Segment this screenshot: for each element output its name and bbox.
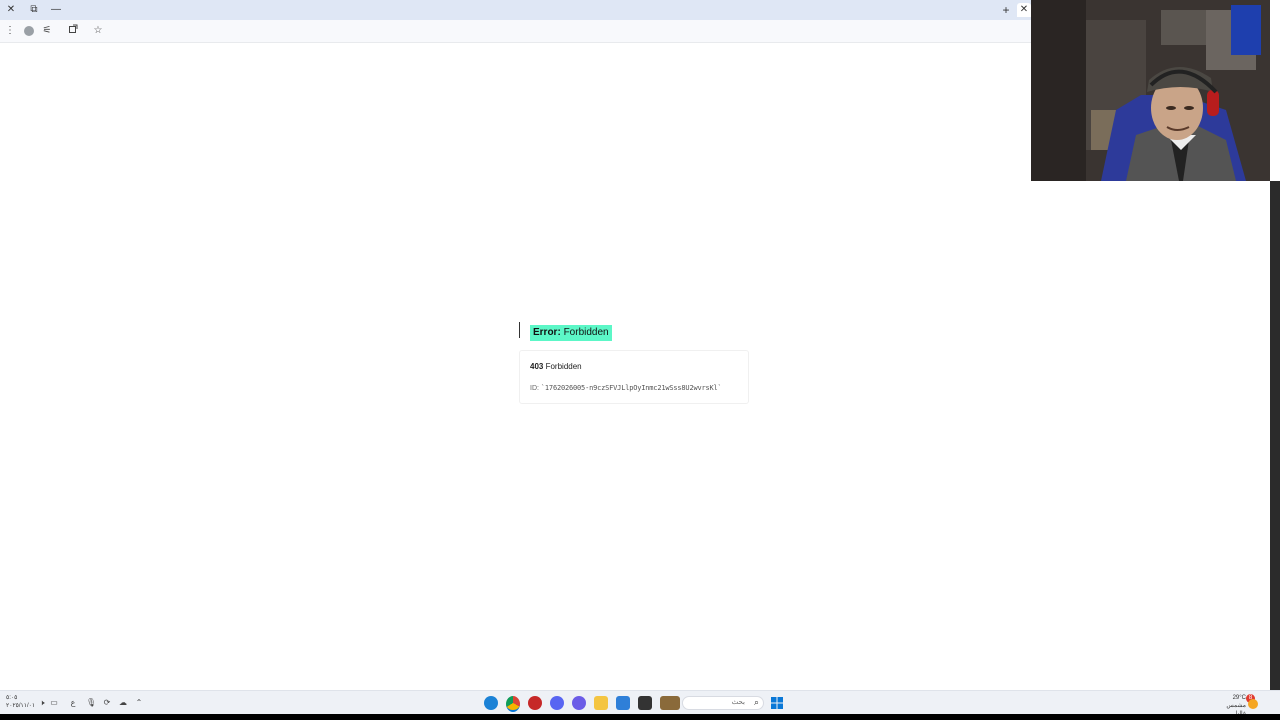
- file-explorer-icon[interactable]: [594, 696, 608, 710]
- info-icon[interactable]: [22, 24, 36, 38]
- edge-icon[interactable]: [484, 696, 498, 710]
- bookmark-star-icon[interactable]: ☆: [91, 24, 105, 38]
- weather-sun-icon: [1248, 699, 1258, 709]
- taskbar-search-box[interactable]: بحث ⌕: [682, 696, 764, 710]
- error-label: Error:: [533, 327, 561, 338]
- request-id-label: ID:: [530, 385, 539, 392]
- webcam-overlay: [1031, 0, 1270, 181]
- discord-icon[interactable]: [550, 696, 564, 710]
- chevron-up-icon[interactable]: ⌃: [134, 698, 144, 708]
- terminal-icon[interactable]: [638, 696, 652, 710]
- error-message: Forbidden: [563, 327, 609, 338]
- status-code: 403: [530, 362, 544, 371]
- clock-date: ٢٠٢٥/١١/٠١: [6, 703, 36, 709]
- new-tab-button[interactable]: +: [999, 3, 1013, 17]
- weather-temp: 29°C: [1232, 695, 1246, 701]
- tab-strip: ✕ ⧉ — + ✕: [0, 0, 1031, 20]
- clock-time: ٥:٠٥: [6, 695, 18, 701]
- error-details-card: 403 Forbidden ID: `1762026005-n9czSFVJLl…: [519, 350, 749, 404]
- status-text: Forbidden: [545, 362, 582, 371]
- app-icon-purple[interactable]: [572, 696, 586, 710]
- search-placeholder: بحث: [731, 699, 745, 706]
- screen-edge: [1270, 0, 1280, 690]
- screen-bottom-edge: [0, 714, 1280, 720]
- cloud-icon[interactable]: ☁: [118, 698, 128, 708]
- tab-close-button[interactable]: ✕: [1017, 3, 1031, 17]
- error-heading: Error: Forbidden: [519, 322, 612, 341]
- taskbar: ٥:٠٥ ٢٠٢٥/١١/٠١ 🕨 ▭ ع 🎙 ⟳ ☁ ⌃ بحث ⌕ 29°C…: [0, 690, 1280, 717]
- search-highlight-icon[interactable]: [660, 696, 680, 710]
- language-indicator-icon[interactable]: ع: [68, 698, 78, 708]
- system-clock[interactable]: ٥:٠٥ ٢٠٢٥/١١/٠١: [6, 694, 35, 710]
- sync-icon[interactable]: ⟳: [102, 698, 112, 708]
- menu-icon[interactable]: ⋮: [3, 24, 17, 38]
- microphone-icon[interactable]: 🎙: [86, 698, 96, 708]
- share-icon[interactable]: [66, 24, 80, 38]
- chrome-icon[interactable]: [506, 696, 520, 712]
- request-id-line: ID: `1762026005-n9czSFVJLlpOyInmc21wSss8…: [530, 384, 722, 392]
- webcam-video-frame: [1031, 0, 1270, 181]
- close-window-button[interactable]: ✕: [4, 3, 18, 17]
- extensions-icon[interactable]: ⚟: [40, 24, 54, 38]
- app-icon-blue[interactable]: [616, 696, 630, 710]
- start-button[interactable]: [770, 696, 784, 710]
- restore-window-button[interactable]: ⧉: [27, 3, 41, 17]
- app-icon-red[interactable]: [528, 696, 542, 710]
- speaker-icon[interactable]: 🕨: [37, 698, 47, 708]
- network-icon[interactable]: ▭: [49, 698, 59, 708]
- search-icon: ⌕: [753, 697, 759, 707]
- minimize-window-button[interactable]: —: [49, 3, 63, 17]
- error-highlight: Error: Forbidden: [530, 325, 612, 341]
- status-line: 403 Forbidden: [530, 362, 582, 371]
- browser-toolbar: ⋮ ⚟ ☆: [0, 20, 1031, 43]
- request-id-value: `1762026005-n9czSFVJLlpOyInmc21wSss8U2wv…: [540, 384, 722, 392]
